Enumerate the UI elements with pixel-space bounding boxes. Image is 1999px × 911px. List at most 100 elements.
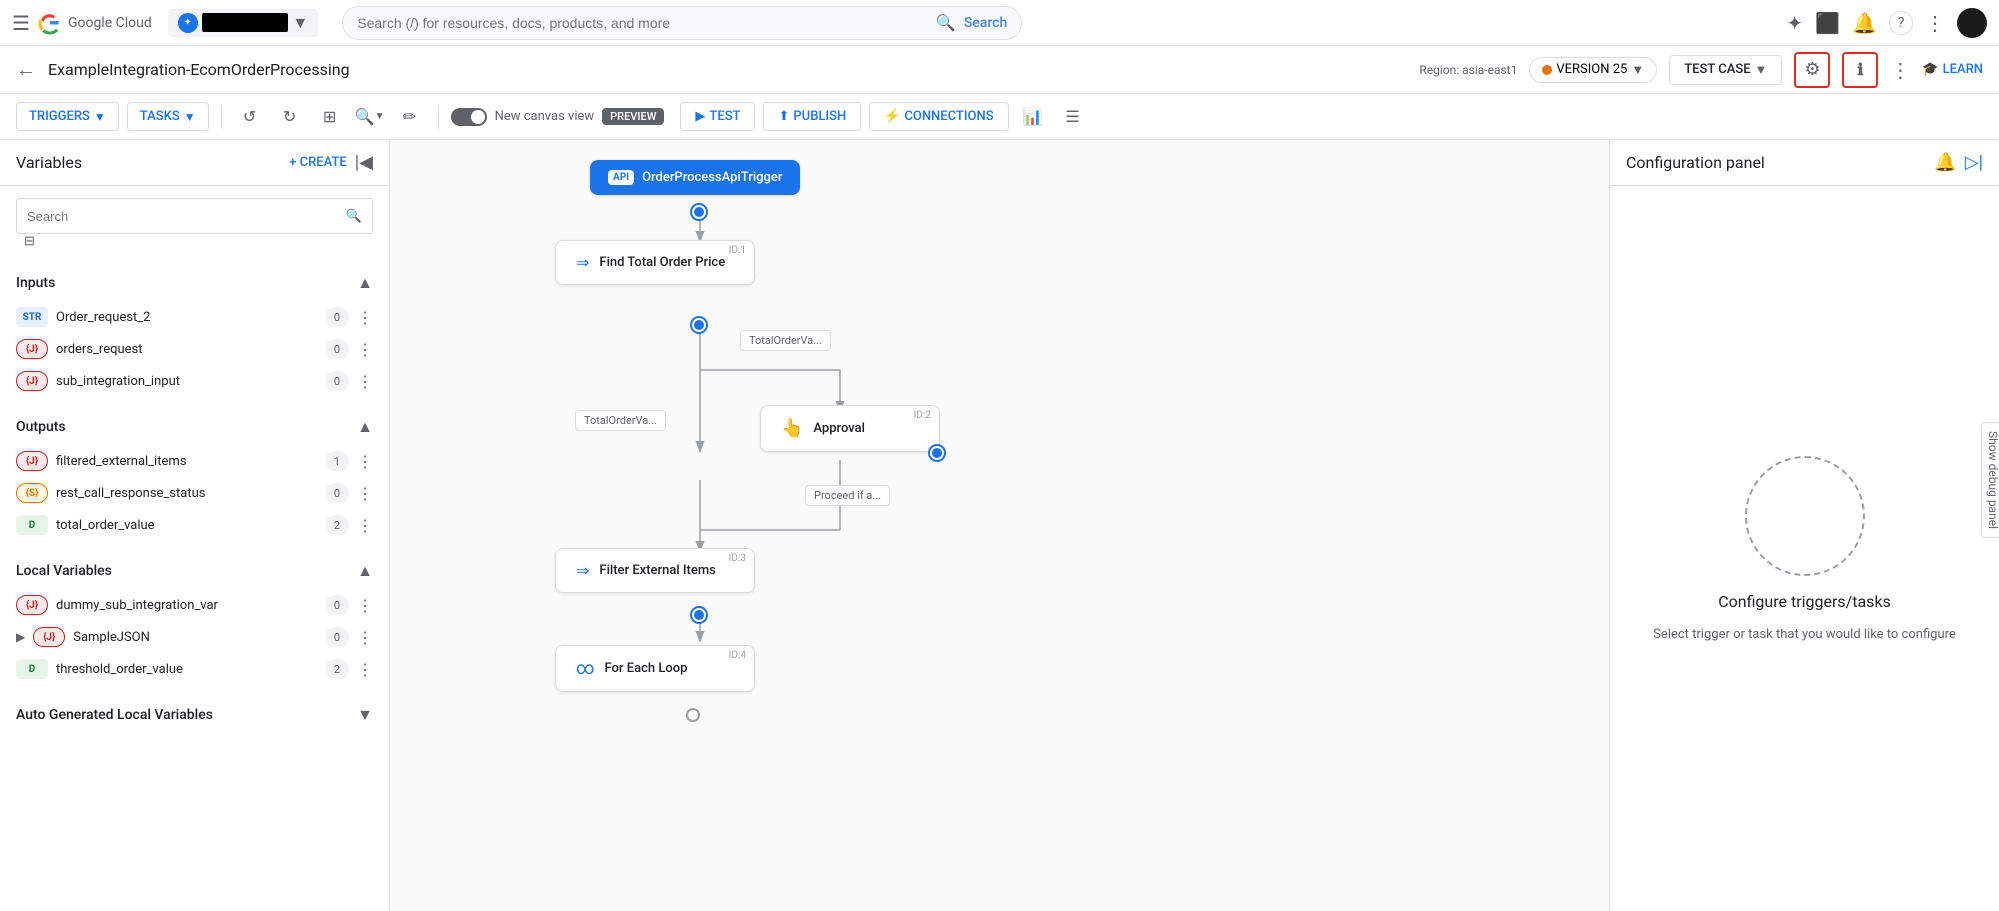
tasks-chevron-icon: ▼	[184, 110, 196, 124]
list-item: D threshold_order_value 2 ⋮	[16, 653, 373, 685]
configure-placeholder-circle	[1745, 456, 1865, 576]
project-selector[interactable]: ✦ ▼	[168, 9, 319, 37]
variable-more-icon[interactable]: ⋮	[357, 308, 373, 327]
test-button[interactable]: ▶ TEST	[680, 102, 755, 131]
nav-right-icons: ✦ ⬛ 🔔 ? ⋮	[1786, 8, 1987, 38]
more-options-icon[interactable]: ⋮	[1890, 58, 1910, 82]
approval-node[interactable]: 👆 Approval ID:2	[760, 405, 940, 452]
sidebar-collapse-icon[interactable]: |◀	[355, 152, 373, 173]
panel-bell-icon[interactable]: 🔔	[1934, 152, 1956, 173]
sidebar-content: Inputs ▲ STR Order_request_2 0 ⋮ {J} ord…	[0, 261, 389, 911]
badge-d: D	[16, 659, 48, 679]
search-button-text[interactable]: Search	[964, 15, 1007, 31]
zoom-chevron-icon: ▼	[375, 111, 385, 122]
connector-dot	[692, 608, 706, 622]
publish-label: PUBLISH	[793, 109, 846, 124]
variable-more-icon[interactable]: ⋮	[357, 372, 373, 391]
flow-diagram: API OrderProcessApiTrigger ⇒ Find Total …	[390, 140, 1609, 911]
connector-dot	[692, 318, 706, 332]
inputs-section-header[interactable]: Inputs ▲	[16, 269, 373, 297]
info-icon: ℹ	[1857, 60, 1863, 79]
version-status-dot	[1542, 65, 1552, 75]
zoom-button[interactable]: 🔍 ▼	[354, 101, 386, 133]
connector-label: TotalOrderVa...	[575, 410, 666, 431]
outputs-chevron-icon: ▲	[357, 417, 373, 437]
filter-external-items-node[interactable]: ⇒ Filter External Items ID:3	[555, 548, 755, 593]
expand-icon[interactable]: ▶	[16, 630, 25, 644]
list-item: D total_order_value 2 ⋮	[16, 509, 373, 541]
show-debug-panel-label[interactable]: Show debug panel	[1981, 422, 1999, 538]
for-each-loop-node[interactable]: ∞ For Each Loop ID:4	[555, 645, 755, 692]
variable-search-input[interactable]	[27, 209, 338, 224]
publish-button[interactable]: ⬆ PUBLISH	[763, 102, 861, 131]
local-variables-section-header[interactable]: Local Variables ▲	[16, 557, 373, 585]
secondary-navigation: ← ExampleIntegration-EcomOrderProcessing…	[0, 46, 1999, 94]
redo-button[interactable]: ↻	[274, 101, 306, 133]
variable-name: sub_integration_input	[56, 374, 317, 389]
google-cloud-text: Google Cloud	[68, 15, 152, 31]
trigger-node[interactable]: API OrderProcessApiTrigger	[590, 160, 800, 195]
global-search-bar[interactable]: 🔍 Search	[342, 6, 1022, 40]
sidebar-title: Variables	[16, 153, 281, 172]
toggle-switch[interactable]	[451, 108, 487, 126]
list-item: ▶ {J} SampleJSON 0 ⋮	[16, 621, 373, 653]
list-button[interactable]: ☰	[1057, 101, 1089, 133]
find-total-order-price-node[interactable]: ⇒ Find Total Order Price ID:1	[555, 240, 755, 285]
learn-button[interactable]: 🎓 LEARN	[1922, 62, 1983, 77]
auto-generated-chevron-icon: ▼	[357, 705, 373, 725]
triggers-label: TRIGGERS	[29, 109, 90, 124]
project-dropdown-icon: ▼	[292, 13, 308, 33]
create-variable-button[interactable]: + CREATE	[289, 155, 347, 170]
variable-more-icon[interactable]: ⋮	[357, 516, 373, 535]
global-search-input[interactable]	[357, 15, 928, 31]
tasks-button[interactable]: TASKS ▼	[127, 102, 209, 131]
test-case-button[interactable]: TEST CASE ▼	[1669, 55, 1782, 85]
node-label: Find Total Order Price	[599, 255, 725, 270]
back-button[interactable]: ←	[16, 57, 36, 82]
outputs-section-header[interactable]: Outputs ▲	[16, 413, 373, 441]
variable-more-icon[interactable]: ⋮	[357, 628, 373, 647]
variables-sidebar: Variables + CREATE |◀ 🔍 ⊟ Inputs ▲	[0, 140, 390, 911]
local-variables-label: Local Variables	[16, 563, 112, 579]
project-icon: ✦	[178, 13, 198, 33]
integration-canvas[interactable]: API OrderProcessApiTrigger ⇒ Find Total …	[390, 140, 1609, 911]
variable-more-icon[interactable]: ⋮	[357, 660, 373, 679]
version-selector[interactable]: VERSION 25 ▼	[1529, 57, 1657, 83]
variable-more-icon[interactable]: ⋮	[357, 484, 373, 503]
bell-icon[interactable]: 🔔	[1852, 11, 1877, 35]
settings-button[interactable]: ⚙	[1794, 52, 1830, 88]
auto-generated-section-header[interactable]: Auto Generated Local Variables ▼	[16, 701, 373, 729]
node-id: ID:4	[729, 650, 746, 661]
info-button[interactable]: ℹ	[1842, 52, 1878, 88]
undo-button[interactable]: ↺	[234, 101, 266, 133]
monitor-icon[interactable]: ⬛	[1815, 11, 1840, 35]
variable-more-icon[interactable]: ⋮	[357, 596, 373, 615]
pencil-button[interactable]: ✏	[394, 101, 426, 133]
variable-count: 0	[325, 371, 349, 391]
menu-icon[interactable]: ☰	[12, 11, 30, 35]
badge-j: {J}	[16, 595, 48, 615]
main-layout: Variables + CREATE |◀ 🔍 ⊟ Inputs ▲	[0, 140, 1999, 911]
canvas-toolbar: TRIGGERS ▼ TASKS ▼ ↺ ↻ ⊞ 🔍 ▼ ✏ New canva…	[0, 94, 1999, 140]
grid-button[interactable]: ⊞	[314, 101, 346, 133]
connector-dot	[686, 708, 700, 722]
variable-more-icon[interactable]: ⋮	[357, 340, 373, 359]
chart-button[interactable]: 📊	[1017, 101, 1049, 133]
panel-expand-icon[interactable]: ▷|	[1965, 152, 1983, 173]
variable-name: orders_request	[56, 342, 317, 357]
publish-icon: ⬆	[778, 109, 789, 124]
filter-icon[interactable]: ⊟	[24, 234, 35, 249]
variable-more-icon[interactable]: ⋮	[357, 452, 373, 471]
sparkle-icon[interactable]: ✦	[1786, 11, 1803, 35]
connections-button[interactable]: ⚡ CONNECTIONS	[869, 102, 1008, 131]
help-icon[interactable]: ?	[1889, 11, 1913, 35]
search-icon: 🔍	[346, 209, 362, 224]
zoom-icon: 🔍	[355, 107, 375, 126]
project-name	[202, 13, 289, 32]
test-label: TEST	[709, 109, 740, 124]
avatar[interactable]	[1957, 8, 1987, 38]
settings-icon: ⚙	[1804, 59, 1820, 80]
more-icon[interactable]: ⋮	[1925, 11, 1945, 35]
triggers-button[interactable]: TRIGGERS ▼	[16, 102, 119, 131]
variable-count: 0	[325, 483, 349, 503]
